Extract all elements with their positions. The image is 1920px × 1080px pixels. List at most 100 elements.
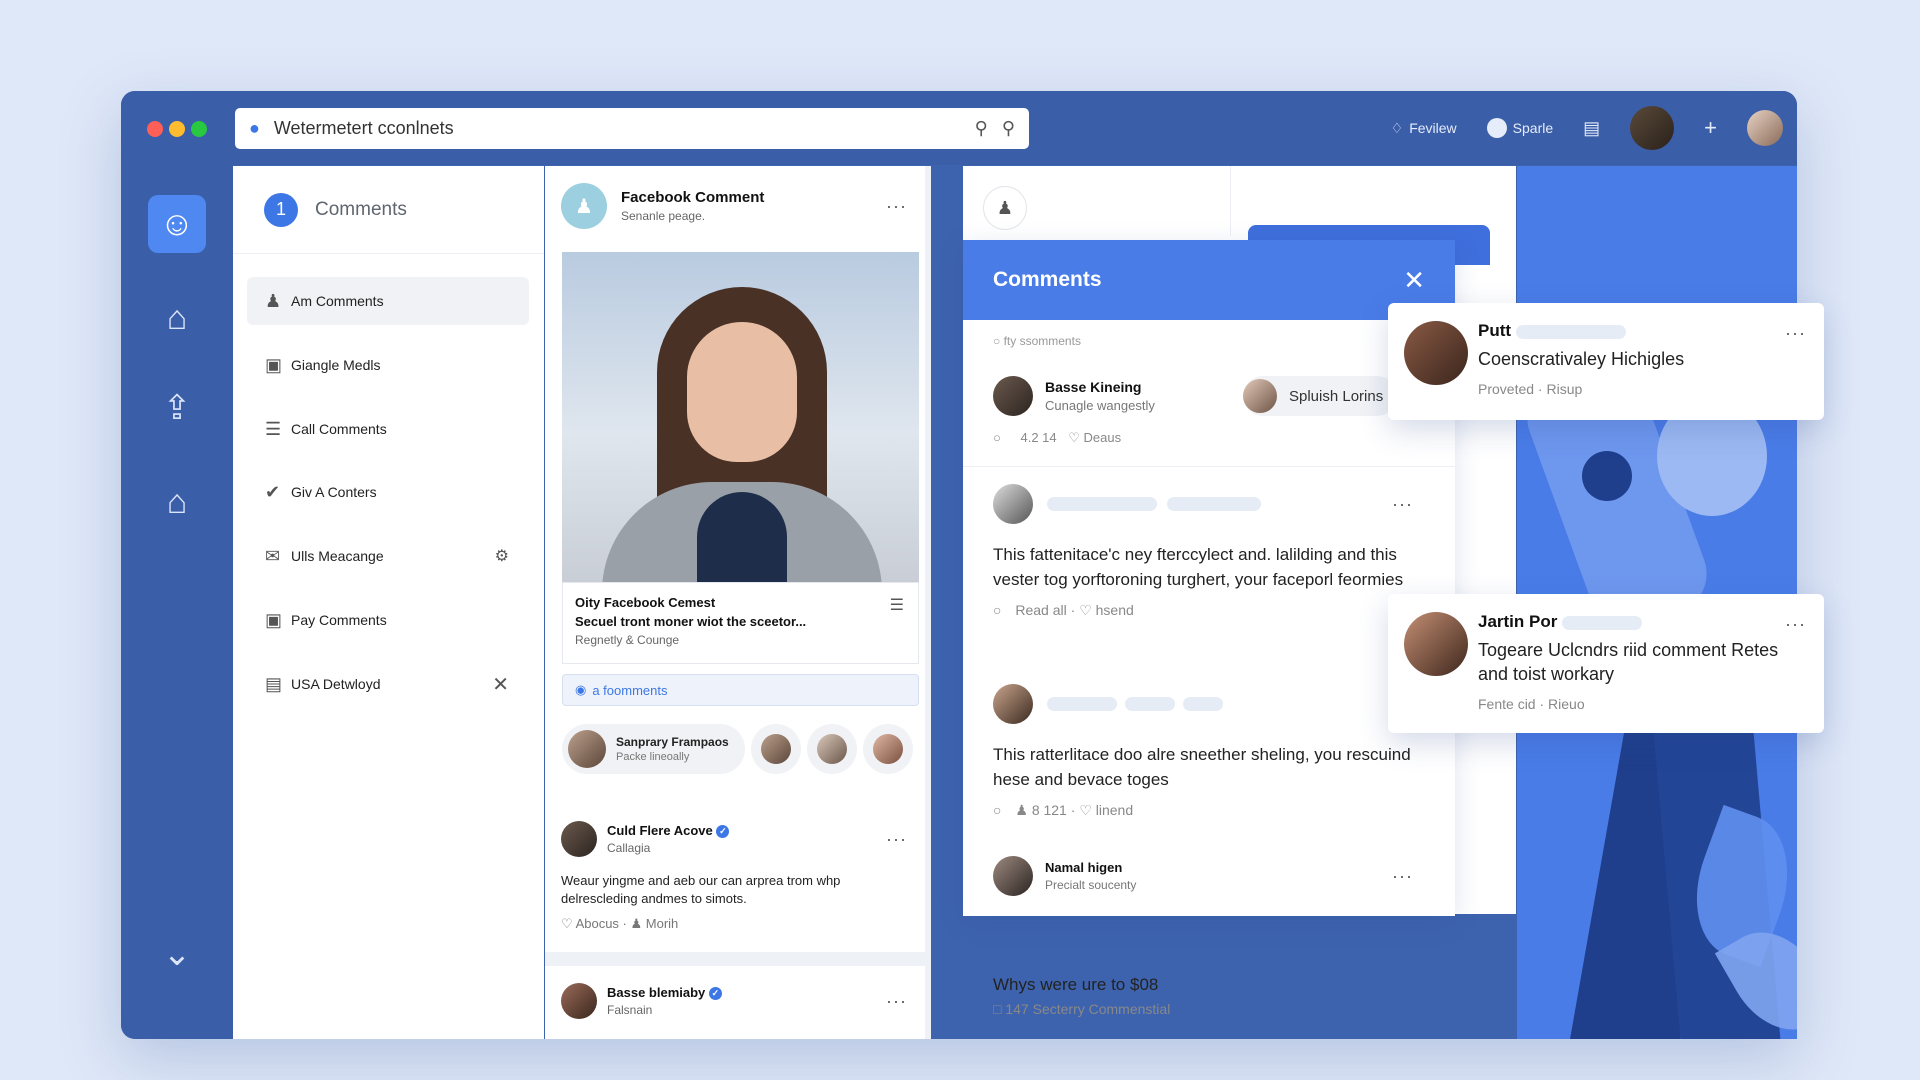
comments-link-label: a foomments bbox=[592, 682, 668, 698]
lock-icon: ▣ bbox=[265, 354, 283, 375]
top-right-toolbar: ♢ Fevilew Sparle ▤ + bbox=[1391, 91, 1797, 165]
building-icon[interactable]: ⌂ bbox=[148, 289, 206, 347]
meta-label[interactable]: hsend bbox=[1096, 602, 1134, 618]
comment-icon: □ bbox=[993, 1001, 1002, 1017]
share-button[interactable]: Sparle bbox=[1486, 118, 1554, 138]
comment-icon[interactable]: ○ bbox=[993, 430, 1001, 445]
nav-item-call-comments[interactable]: ☰ Call Comments bbox=[247, 405, 529, 453]
comment-author[interactable]: Basse Kineing bbox=[1045, 379, 1155, 395]
close-icon[interactable]: ✕ bbox=[492, 672, 509, 697]
heart-icon[interactable]: ♡ bbox=[561, 916, 573, 931]
meta-label[interactable]: linend bbox=[1096, 802, 1133, 818]
post-caption[interactable]: Oity Facebook Cemest Secuel tront moner … bbox=[562, 582, 919, 664]
count-badge: 1 bbox=[264, 192, 298, 227]
reactor-pill[interactable]: Sanprary Frampaos Packe lineoally bbox=[562, 724, 745, 774]
more-options-icon[interactable]: ··· bbox=[1785, 323, 1806, 344]
comment-card: Culd Flere Acove ✓ Callagia ··· Weaur yi… bbox=[545, 806, 925, 952]
comment-author[interactable]: Culd Flere Acove bbox=[607, 823, 713, 838]
user-avatar[interactable] bbox=[1630, 106, 1675, 150]
avatar bbox=[1404, 321, 1468, 385]
avatar[interactable] bbox=[561, 983, 597, 1019]
post-photo[interactable] bbox=[562, 252, 919, 582]
avatar[interactable] bbox=[750, 724, 801, 774]
notification-card[interactable]: Jartin Por Togeare Uclcndrs riid comment… bbox=[1388, 594, 1824, 733]
share-icon[interactable]: ⇪ bbox=[148, 379, 206, 437]
comment-author[interactable]: Basse blemiaby bbox=[607, 985, 705, 1000]
meta-label[interactable]: Rieuo bbox=[1548, 696, 1585, 712]
bell-icon: ♢ bbox=[1390, 119, 1404, 136]
close-icon[interactable]: ✕ bbox=[1403, 265, 1425, 296]
maximize-window-button[interactable] bbox=[191, 121, 207, 137]
nav-item-label: Giv A Conters bbox=[291, 484, 377, 500]
more-options-icon[interactable]: ··· bbox=[886, 196, 907, 217]
meta-label[interactable]: Read all bbox=[1015, 602, 1066, 618]
meta-label[interactable]: Morih bbox=[646, 916, 679, 931]
nav-item-giangle-medls[interactable]: ▣ Giangle Medls bbox=[247, 341, 529, 389]
top-comment: Basse Kineing Cunagle wangestly Spluish … bbox=[993, 376, 1423, 446]
nav-item-am-comments[interactable]: ♟ Am Comments bbox=[247, 277, 529, 325]
search-input[interactable]: Wetermetert cconlnets bbox=[274, 118, 961, 139]
share-label: Sparle bbox=[1512, 120, 1554, 136]
avatar[interactable] bbox=[862, 724, 913, 774]
verified-icon: ✓ bbox=[708, 987, 722, 1001]
nav-item-ulls-meacange[interactable]: ✉ Ulls Meacange ⚙ bbox=[247, 532, 529, 580]
menu-icon[interactable]: ☰ bbox=[890, 595, 904, 615]
post-author[interactable]: Facebook Comment bbox=[621, 189, 764, 206]
comments-nav: 1 Comments ♟ Am Comments ▣ Giangle Medls… bbox=[233, 166, 544, 1039]
more-options-icon[interactable]: ··· bbox=[886, 829, 907, 850]
avatar[interactable] bbox=[993, 856, 1033, 896]
more-options-icon[interactable]: ··· bbox=[886, 991, 907, 1012]
chat-icon[interactable]: ☺ bbox=[148, 195, 206, 253]
avatar[interactable] bbox=[993, 684, 1033, 724]
avatar[interactable] bbox=[993, 376, 1033, 416]
nav-item-pay-comments[interactable]: ▣ Pay Comments bbox=[247, 596, 529, 644]
minimize-window-button[interactable] bbox=[169, 121, 185, 137]
more-options-icon[interactable]: ··· bbox=[1392, 494, 1413, 515]
comments-link[interactable]: ◉ a foomments bbox=[562, 674, 919, 706]
clipboard-icon: ▤ bbox=[265, 673, 283, 694]
review-button[interactable]: ♢ Fevilew bbox=[1391, 120, 1457, 137]
add-icon[interactable]: + bbox=[1704, 115, 1717, 141]
settings-icon[interactable]: ⚙ bbox=[495, 546, 509, 566]
meta-label[interactable]: Deaus bbox=[1084, 430, 1122, 445]
comment-icon[interactable]: ○ bbox=[993, 802, 1001, 818]
document-icon[interactable]: ▤ bbox=[1583, 118, 1600, 139]
notification-card[interactable]: Putt Coenscrativaley Hichigles Proveted … bbox=[1388, 303, 1824, 420]
avatar[interactable] bbox=[993, 484, 1033, 524]
comment-subtitle: Falsnain bbox=[607, 1003, 653, 1018]
search-bar[interactable]: ● Wetermetert cconlnets ⚲ ⚲ bbox=[235, 108, 1029, 149]
page-avatar[interactable]: ♟ bbox=[561, 183, 607, 229]
comment-header: Basse blemiaby ✓ Falsnain ··· bbox=[545, 966, 925, 1036]
heart-icon[interactable]: ♡ bbox=[1068, 430, 1080, 445]
close-window-button[interactable] bbox=[147, 121, 163, 137]
heart-icon[interactable]: ♡ bbox=[1079, 602, 1092, 618]
heart-icon[interactable]: ♡ bbox=[1079, 802, 1092, 818]
nav-item-usa-detwloyd[interactable]: ▤ USA Detwloyd ✕ bbox=[247, 660, 529, 708]
footer-meta: 147 Secterry Commenstial bbox=[1005, 1001, 1171, 1017]
avatar[interactable] bbox=[561, 821, 597, 857]
comment-author[interactable]: Namal higen bbox=[1045, 860, 1136, 875]
notification-text: Togeare Uclcndrs riid comment Retes and … bbox=[1478, 640, 1779, 684]
mention-chip[interactable]: Spluish Lorins bbox=[1243, 376, 1398, 416]
home-icon[interactable]: ⌂ bbox=[148, 473, 206, 531]
more-options-icon[interactable]: ··· bbox=[1785, 614, 1806, 635]
meta-label[interactable]: Risup bbox=[1547, 381, 1583, 397]
voice-search-icon[interactable]: ⚲ bbox=[975, 118, 988, 139]
comment-icon[interactable]: ○ bbox=[993, 602, 1001, 618]
person-icon: ♟ bbox=[630, 916, 643, 931]
meta-label: 4.2 14 bbox=[1020, 430, 1057, 445]
more-options-icon[interactable]: ··· bbox=[1392, 866, 1413, 887]
avatar[interactable] bbox=[806, 724, 857, 774]
comment-item: Namal higen Precialt soucenty ··· bbox=[993, 856, 1423, 896]
person-icon[interactable]: ♟ bbox=[983, 186, 1027, 230]
chevron-down-icon[interactable]: ⌄ bbox=[148, 925, 206, 983]
mail-icon: ✉ bbox=[265, 545, 281, 566]
meta-label[interactable]: Abocus bbox=[576, 916, 619, 931]
list-icon: ☰ bbox=[265, 418, 282, 439]
chip-label: Spluish Lorins bbox=[1289, 387, 1384, 405]
comment-icon: ◉ bbox=[575, 682, 587, 697]
profile-avatar[interactable] bbox=[1747, 110, 1783, 146]
meta-label: 8 121 bbox=[1031, 802, 1067, 818]
search-icon[interactable]: ⚲ bbox=[1002, 118, 1015, 139]
nav-item-giv-a-conters[interactable]: ✔ Giv A Conters bbox=[247, 468, 529, 516]
